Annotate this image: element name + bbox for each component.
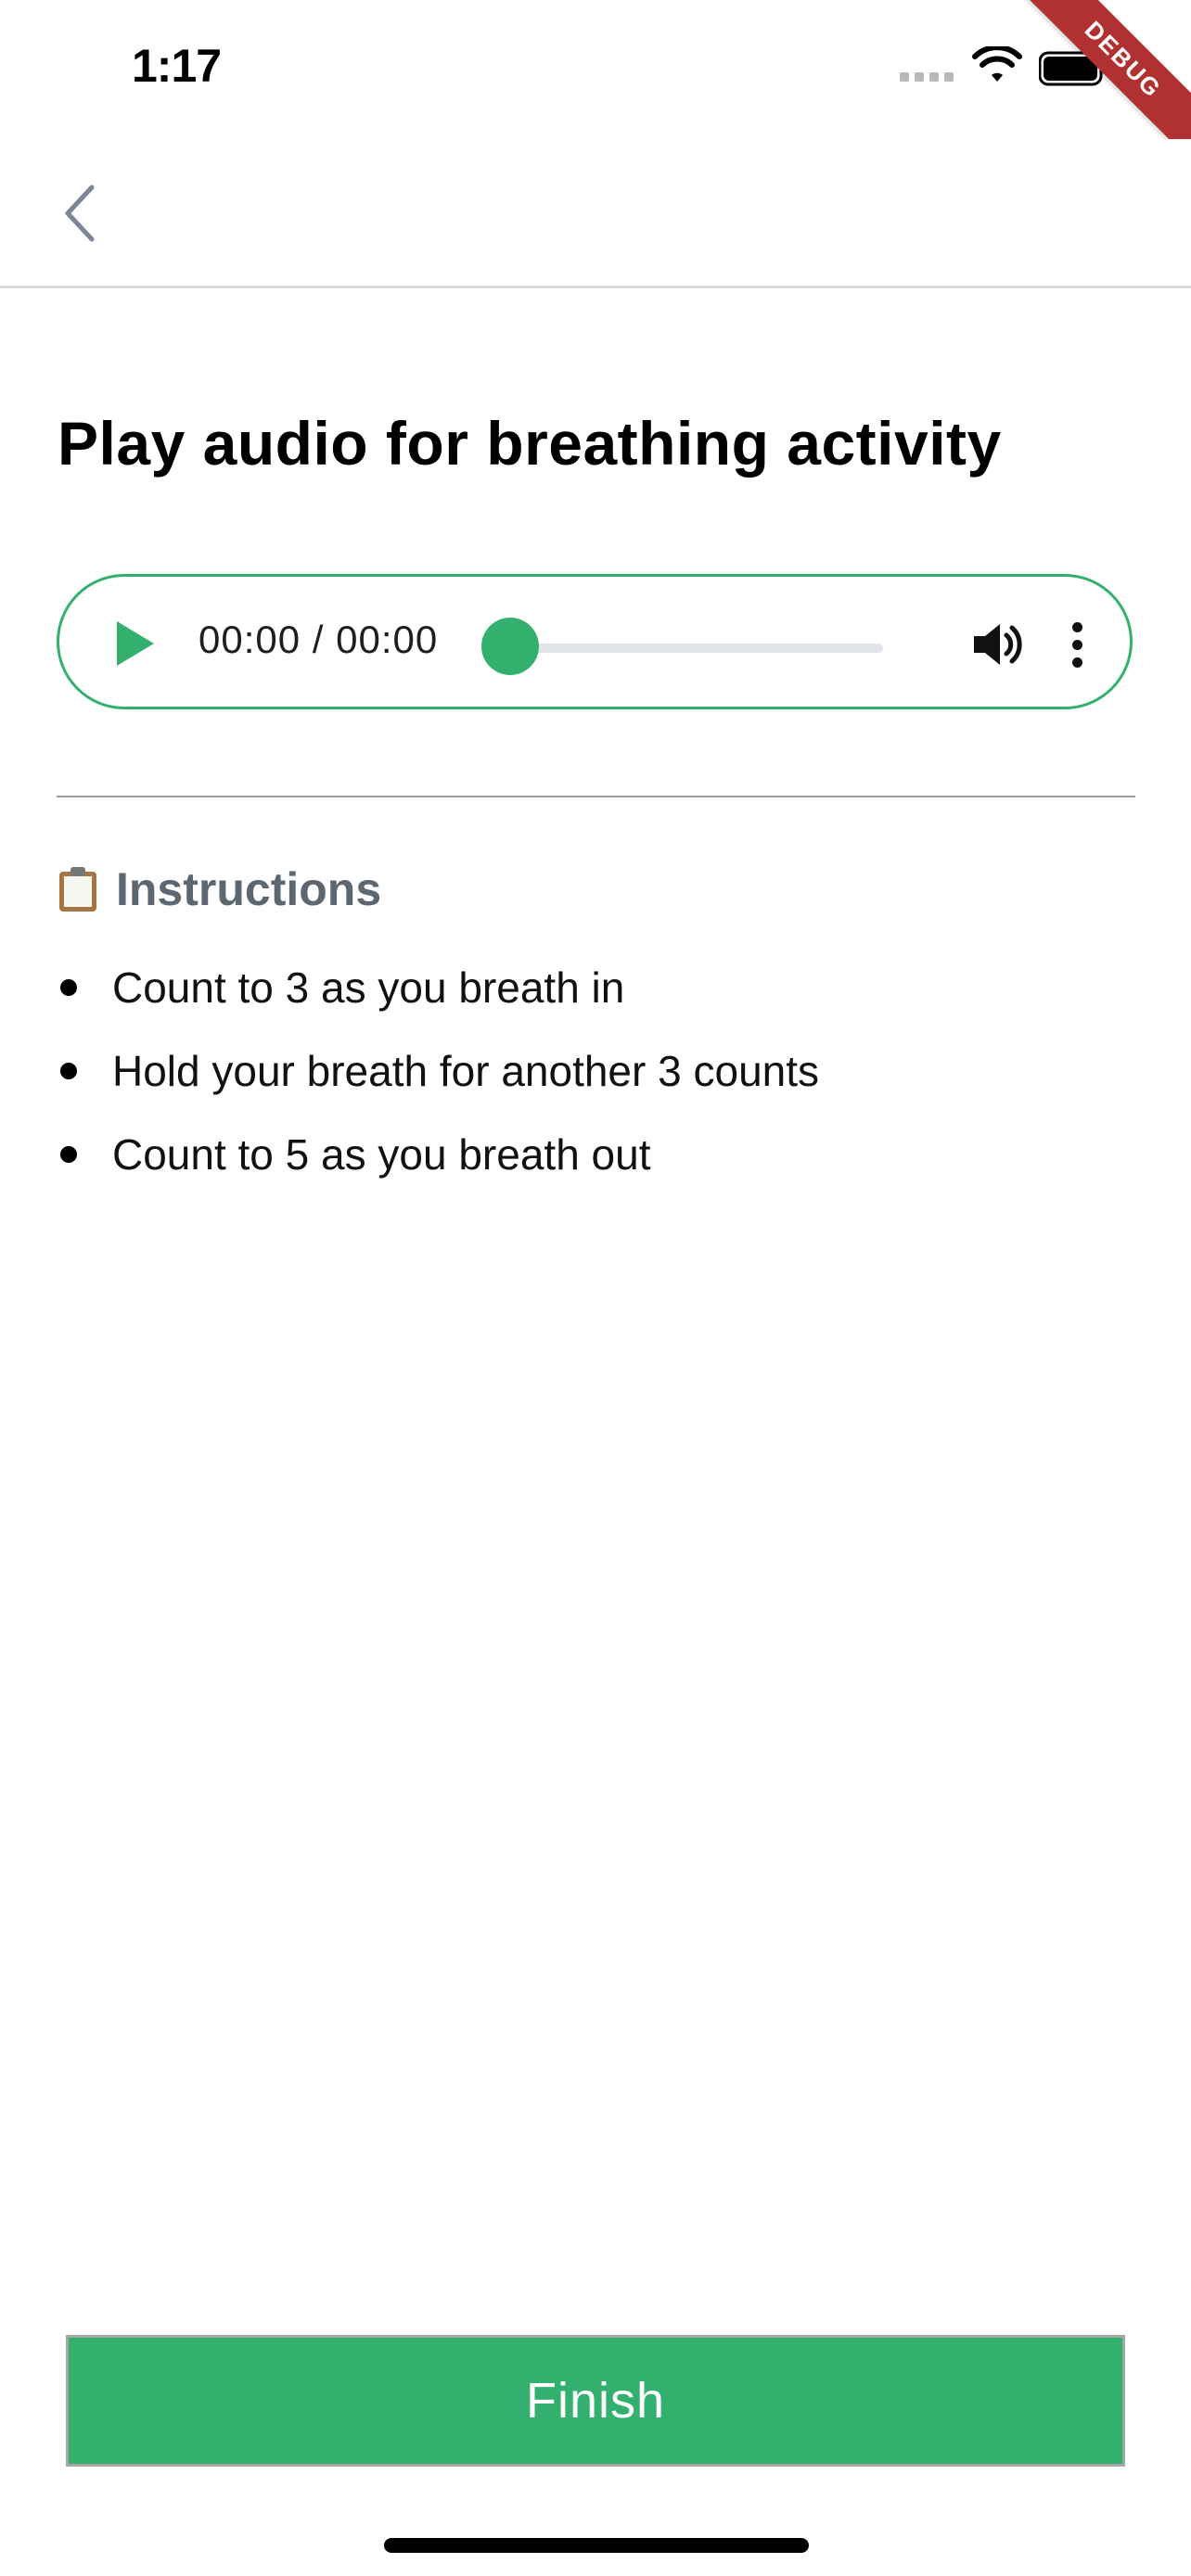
instruction-item: Count to 3 as you breath in xyxy=(57,946,819,1029)
status-time: 1:17 xyxy=(132,40,222,92)
signal-icon xyxy=(900,72,957,83)
bullet-icon xyxy=(60,1146,77,1163)
bullet-icon xyxy=(60,979,77,996)
audio-progress-thumb[interactable] xyxy=(481,618,539,675)
back-button[interactable] xyxy=(46,176,111,250)
instructions-header: Instructions xyxy=(57,862,381,916)
instruction-text: Count to 5 as you breath out xyxy=(112,1130,651,1179)
more-vertical-icon[interactable] xyxy=(1063,612,1091,677)
bullet-icon xyxy=(60,1063,77,1079)
instructions-title: Instructions xyxy=(116,863,382,915)
chevron-left-icon xyxy=(65,185,95,242)
finish-button[interactable]: Finish xyxy=(66,2335,1125,2467)
page-title: Play audio for breathing activity xyxy=(58,409,1002,478)
play-icon[interactable] xyxy=(106,616,161,671)
app-bar xyxy=(0,139,1191,288)
wifi-icon xyxy=(972,46,1022,82)
audio-player: 00:00 / 00:00 xyxy=(57,574,1133,709)
instruction-text: Hold your breath for another 3 counts xyxy=(112,1047,820,1095)
audio-time-display: 00:00 / 00:00 xyxy=(198,618,439,661)
section-divider xyxy=(57,796,1135,797)
clipboard-icon xyxy=(59,867,96,912)
home-indicator xyxy=(384,2538,809,2553)
instruction-item: Hold your breath for another 3 counts xyxy=(57,1029,819,1113)
audio-progress-slider[interactable] xyxy=(484,644,883,653)
instruction-list: Count to 3 as you breath in Hold your br… xyxy=(57,946,819,1196)
volume-icon[interactable] xyxy=(968,619,1024,670)
instruction-item: Count to 5 as you breath out xyxy=(57,1113,819,1196)
status-bar: 1:17 DEBUG xyxy=(0,0,1191,185)
instruction-text: Count to 3 as you breath in xyxy=(112,963,625,1012)
